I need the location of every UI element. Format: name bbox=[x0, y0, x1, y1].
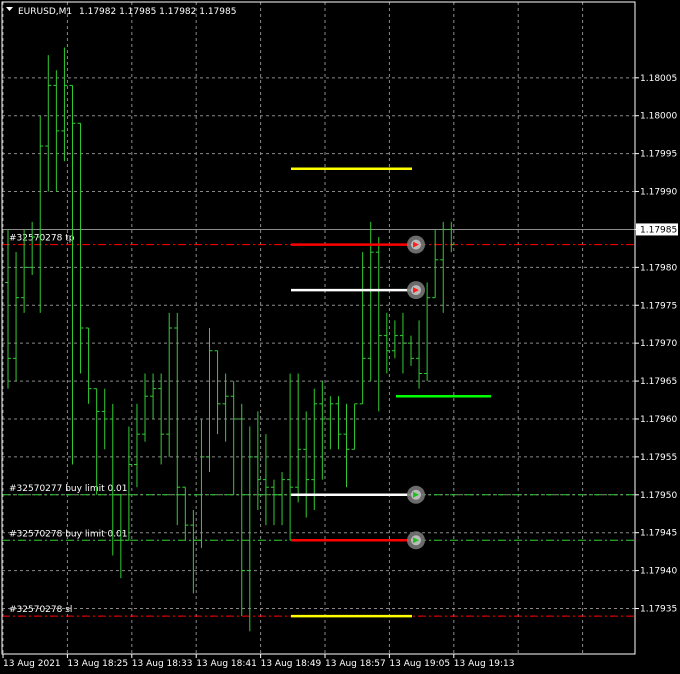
x-tick-label: 13 Aug 18:25 bbox=[67, 659, 128, 669]
x-tick-label: 13 Aug 2021 bbox=[3, 659, 61, 669]
y-tick-label: 1.17990 bbox=[640, 188, 677, 198]
bid-price-box: 1.17985 bbox=[636, 223, 678, 236]
dropdown-triangle-icon[interactable] bbox=[6, 7, 13, 11]
symbol-label: EURUSD,M1 bbox=[18, 7, 72, 17]
x-tick-label: 13 Aug 18:33 bbox=[132, 659, 193, 669]
y-tick-label: 1.17980 bbox=[640, 263, 677, 273]
y-tick-label: 1.18005 bbox=[640, 74, 677, 84]
y-tick-label: 1.17995 bbox=[640, 150, 677, 160]
y-tick-label: 1.17975 bbox=[640, 301, 677, 311]
chart-frame bbox=[1, 1, 636, 655]
level-label-order-278: #32570278 buy limit 0.01 bbox=[9, 529, 128, 539]
trade-marker-278[interactable] bbox=[407, 531, 425, 550]
price-axis: 1.18005 1.18000 1.17995 1.17990 1.17985 1.179… bbox=[635, 74, 678, 615]
y-tick-label: 1.17960 bbox=[640, 415, 677, 425]
time-axis: 13 Aug 2021 13 Aug 18:25 13 Aug 18:33 13 Au… bbox=[2, 654, 515, 669]
bid-price-label: 1.17985 bbox=[640, 225, 677, 235]
x-tick-label: 13 Aug 18:41 bbox=[196, 659, 257, 669]
level-segments bbox=[291, 167, 491, 618]
y-tick-label: 1.17945 bbox=[640, 529, 677, 539]
y-tick-label: 1.17970 bbox=[640, 339, 677, 349]
y-tick-label: 1.18000 bbox=[640, 112, 677, 122]
x-tick-label: 13 Aug 19:05 bbox=[389, 659, 450, 669]
trade-marker-upper[interactable] bbox=[407, 281, 425, 300]
chart-header: EURUSD,M1 1.17982 1.17985 1.17982 1.1798… bbox=[6, 7, 236, 17]
plot-frame bbox=[1, 1, 636, 655]
y-tick-label: 1.17955 bbox=[640, 453, 677, 463]
price-chart[interactable]: #32570278 tp #32570277 buy limit 0.01 #325… bbox=[0, 0, 680, 674]
x-tick-label: 13 Aug 18:57 bbox=[325, 659, 386, 669]
y-tick-label: 1.17965 bbox=[640, 377, 677, 387]
trade-marker-tp[interactable] bbox=[407, 235, 425, 254]
y-tick-label: 1.17950 bbox=[640, 491, 677, 501]
level-label-tp: #32570278 tp bbox=[9, 234, 75, 244]
trade-markers bbox=[407, 235, 425, 550]
x-tick-label: 13 Aug 19:13 bbox=[454, 659, 515, 669]
y-tick-label: 1.17940 bbox=[640, 567, 677, 577]
chart-grid bbox=[2, 2, 635, 654]
level-label-sl: #32570278 sl bbox=[9, 605, 72, 615]
trade-marker-277[interactable] bbox=[407, 485, 425, 504]
y-tick-label: 1.17935 bbox=[640, 605, 677, 615]
x-tick-label: 13 Aug 18:49 bbox=[261, 659, 322, 669]
header-quote: 1.17982 1.17985 1.17982 1.17985 bbox=[79, 7, 236, 17]
price-bars bbox=[5, 47, 455, 632]
level-label-order-277: #32570277 buy limit 0.01 bbox=[9, 484, 128, 494]
